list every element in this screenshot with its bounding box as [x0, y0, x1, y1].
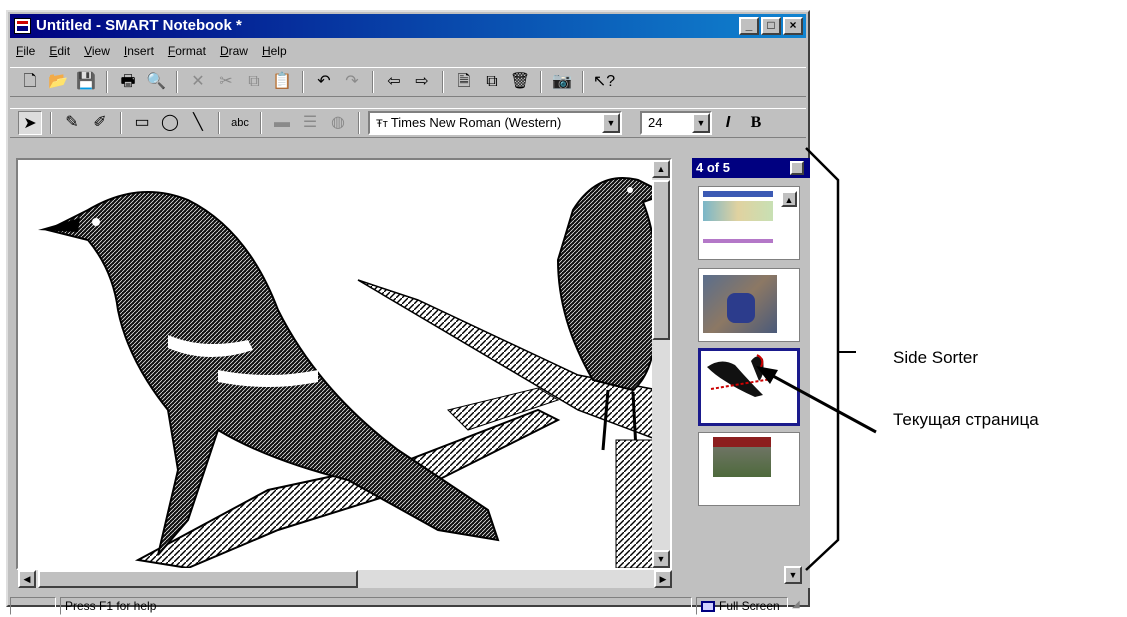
annotation-lines: [756, 147, 877, 571]
figure: Untitled - SMART Notebook * _ □ × File E…: [0, 0, 1127, 617]
sorter-bracket: [805, 147, 840, 571]
pointer-arrow-line: [761, 368, 877, 434]
current-page-label: Текущая страница: [893, 410, 1039, 429]
side-sorter-label: Side Sorter: [893, 348, 979, 367]
arrowhead-icon: [756, 366, 778, 384]
